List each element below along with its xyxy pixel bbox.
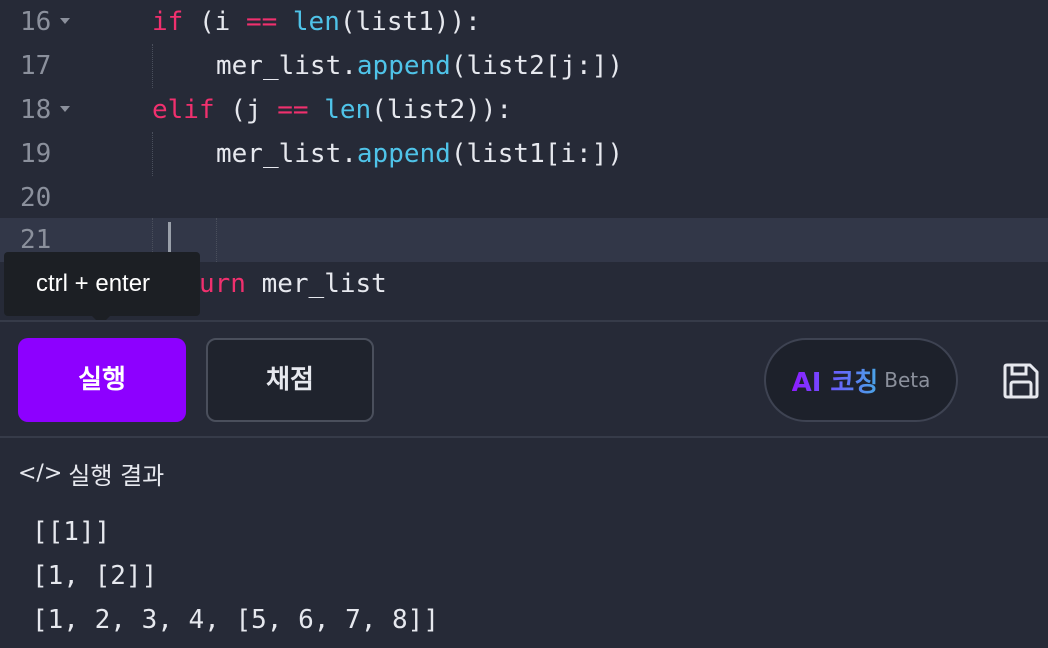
fold-arrow-icon[interactable]: [60, 18, 70, 24]
shortcut-tooltip: ctrl + enter: [4, 252, 200, 316]
output-title-text: 실행 결과: [68, 462, 165, 490]
ai-coaching-label: AI 코칭: [792, 362, 879, 399]
fold-arrow-icon[interactable]: [60, 106, 70, 112]
beta-badge: Beta: [884, 368, 931, 392]
code-token: (i: [183, 7, 246, 37]
indent-guide: [152, 132, 153, 176]
action-toolbar: 실행 채점 AI 코칭 Beta: [0, 322, 1048, 436]
code-token: elif: [152, 95, 215, 125]
output-title: </> 실행 결과: [18, 456, 164, 491]
code-text: mer_list.append(list1[i:]): [216, 132, 623, 176]
shortcut-tooltip-text: ctrl + enter: [36, 270, 151, 297]
code-token: (list2)):: [371, 95, 513, 125]
code-line[interactable]: 20: [0, 176, 1048, 220]
code-line[interactable]: 19 mer_list.append(list1[i:]): [0, 132, 1048, 176]
code-text: elif (j == len(list2)):: [152, 88, 512, 132]
code-token: mer_list.: [216, 139, 357, 169]
code-tag-icon: </>: [18, 461, 63, 486]
output-lines: [[1]] [1, [2]] [1, 2, 3, 4, [5, 6, 7, 8]]: [32, 510, 439, 642]
code-token: (list1[i:]): [450, 139, 623, 169]
code-token: if: [152, 7, 184, 37]
run-button[interactable]: 실행: [18, 338, 186, 422]
code-text: if (i == len(list1)):: [152, 0, 481, 44]
line-number: 20: [20, 183, 52, 213]
line-number: 18: [20, 95, 52, 125]
ai-coaching-button[interactable]: AI 코칭 Beta: [764, 338, 958, 422]
code-token: append: [356, 139, 451, 169]
code-line[interactable]: 17 mer_list.append(list2[j:]): [0, 44, 1048, 88]
line-number: 17: [20, 51, 52, 81]
code-token: ==: [245, 7, 278, 37]
output-line: [[1]]: [32, 517, 111, 547]
line-number: 16: [20, 7, 52, 37]
line-number: 19: [20, 139, 52, 169]
output-line: [1, [2]]: [32, 561, 158, 591]
code-token: mer_list: [245, 269, 387, 299]
code-line[interactable]: 18 elif (j == len(list2)):: [0, 88, 1048, 132]
indent-guide: [152, 44, 153, 88]
code-token: ==: [277, 95, 309, 125]
code-token: (list2[j:]): [450, 51, 623, 81]
output-panel: </> 실행 결과 [[1]] [1, [2]] [1, 2, 3, 4, [5, …: [0, 438, 1048, 648]
code-token: len: [292, 7, 340, 37]
save-icon[interactable]: [1002, 362, 1040, 400]
code-line[interactable]: 16 if (i == len(list1)):: [0, 0, 1048, 44]
code-token: mer_list.: [216, 51, 357, 81]
code-token: append: [356, 51, 451, 81]
code-token: (j: [214, 95, 278, 125]
code-token: (list1)):: [339, 7, 481, 37]
indent-guide: [216, 218, 217, 262]
output-line: [1, 2, 3, 4, [5, 6, 7, 8]]: [32, 605, 439, 635]
grade-button[interactable]: 채점: [206, 338, 374, 422]
code-token: len: [324, 95, 372, 125]
code-text: mer_list.append(list2[j:]): [216, 44, 623, 88]
